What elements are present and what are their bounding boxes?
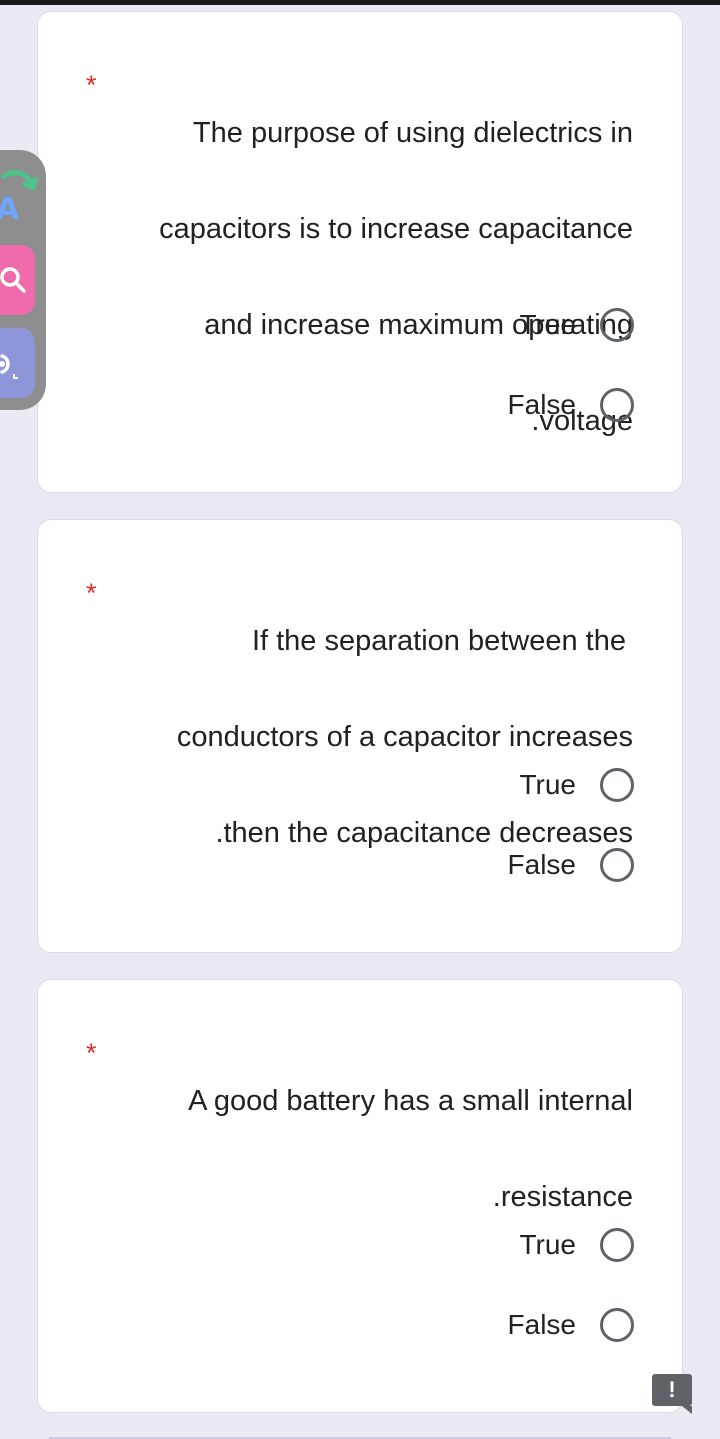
top-status-strip [0, 0, 720, 5]
question-line: If the separation between the [251, 625, 626, 657]
option-false[interactable]: False [508, 383, 634, 427]
audio-button[interactable] [0, 328, 35, 398]
search-button[interactable] [0, 245, 35, 315]
audio-icon [0, 354, 18, 379]
radio-button[interactable] [600, 1228, 634, 1262]
radio-button[interactable] [600, 768, 634, 802]
question-card-1: * The purpose of using dielectrics in ca… [37, 11, 683, 493]
option-true[interactable]: True [519, 763, 634, 807]
report-issue-button[interactable]: ! [652, 1374, 692, 1414]
option-label: False [507, 849, 576, 880]
translate-button[interactable]: A [0, 164, 38, 234]
option-true[interactable]: True [519, 1223, 634, 1267]
question-card-2: * If the separation between the conducto… [37, 519, 683, 953]
option-label: True [519, 1229, 576, 1260]
option-true[interactable]: True [519, 303, 634, 347]
exclamation-icon: ! [668, 1377, 676, 1402]
radio-button[interactable] [600, 1308, 634, 1342]
radio-button[interactable] [600, 848, 634, 882]
question-card-3: * A good battery has a small internal .r… [37, 979, 683, 1413]
question-line: .resistance [492, 1181, 633, 1213]
search-icon [0, 267, 26, 293]
option-false[interactable]: False [508, 1303, 634, 1347]
translate-icon: A [0, 192, 20, 227]
floating-side-toolbar[interactable]: A [0, 150, 46, 410]
question-line: conductors of a capacitor increases [176, 721, 633, 753]
radio-button[interactable] [600, 308, 634, 342]
radio-button[interactable] [600, 388, 634, 422]
option-label: False [507, 1309, 576, 1340]
option-label: False [507, 389, 576, 420]
question-line: A good battery has a small internal [188, 1085, 633, 1117]
question-line: capacitors is to increase capacitance [159, 213, 633, 245]
question-text: The purpose of using dielectrics in capa… [93, 61, 633, 493]
option-label: True [519, 769, 576, 800]
option-label: True [519, 309, 576, 340]
question-line: The purpose of using dielectrics in [192, 117, 633, 149]
option-false[interactable]: False [508, 843, 634, 887]
